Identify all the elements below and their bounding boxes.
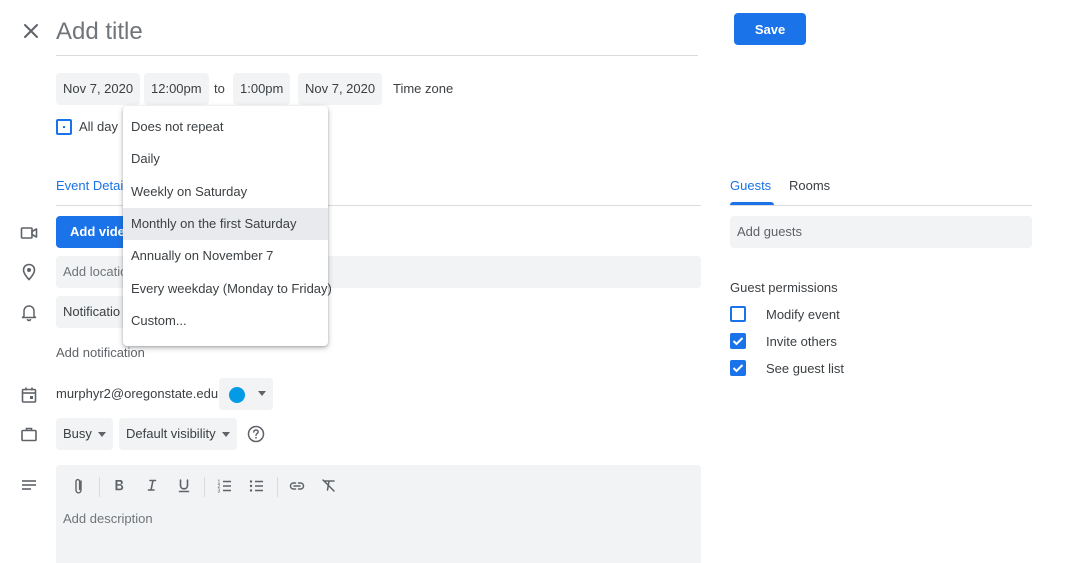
- briefcase-icon: [19, 424, 39, 444]
- repeat-option-highlighted[interactable]: Monthly on the first Saturday: [123, 208, 328, 240]
- modify-event-label: Modify event: [766, 307, 840, 322]
- clear-formatting-icon[interactable]: [318, 475, 340, 497]
- repeat-option[interactable]: Weekly on Saturday: [123, 176, 328, 208]
- bulleted-list-icon[interactable]: [246, 475, 268, 497]
- description-editor[interactable]: 123 Add description: [56, 465, 701, 563]
- all-day-checkbox[interactable]: [56, 119, 72, 135]
- focus-dot: [63, 126, 65, 128]
- repeat-options-menu: Does not repeat Daily Weekly on Saturday…: [123, 106, 332, 346]
- chevron-down-icon: [258, 391, 266, 396]
- checkmark-icon: [732, 337, 744, 346]
- busy-status-label: Busy: [63, 426, 92, 441]
- title-input[interactable]: [56, 12, 698, 52]
- repeat-option[interactable]: Every weekday (Monday to Friday): [123, 273, 332, 305]
- location-pin-icon: [19, 262, 39, 282]
- tab-rooms[interactable]: Rooms: [789, 178, 830, 193]
- timezone-button[interactable]: Time zone: [393, 73, 453, 105]
- help-circle-icon[interactable]: [246, 424, 266, 444]
- checkmark-icon: [732, 364, 744, 373]
- tab-divider: [730, 205, 1032, 206]
- calendar-color-dropdown[interactable]: [219, 378, 273, 410]
- numbered-list-icon[interactable]: 123: [214, 475, 236, 497]
- busy-status-dropdown[interactable]: Busy: [56, 418, 113, 450]
- toolbar-separator: [277, 477, 278, 497]
- repeat-option[interactable]: Daily: [123, 143, 328, 175]
- visibility-dropdown[interactable]: Default visibility: [119, 418, 237, 450]
- chevron-down-icon: [97, 432, 106, 438]
- repeat-option[interactable]: Does not repeat: [123, 111, 328, 143]
- end-date-chip[interactable]: Nov 7, 2020: [298, 73, 383, 105]
- calendar-owner-email: murphyr2@oregonstate.edu: [56, 386, 219, 401]
- link-icon[interactable]: [286, 475, 308, 497]
- notes-icon: [19, 475, 39, 495]
- bold-icon[interactable]: [108, 475, 130, 497]
- close-button[interactable]: [18, 18, 44, 44]
- modify-event-checkbox[interactable]: [730, 306, 746, 322]
- title-field[interactable]: [56, 12, 698, 56]
- video-camera-icon: [19, 223, 39, 243]
- chevron-down-icon: [221, 432, 230, 438]
- paperclip-icon[interactable]: [68, 475, 90, 497]
- invite-others-label: Invite others: [766, 334, 837, 349]
- all-day-label: All day: [79, 119, 119, 134]
- svg-text:3: 3: [218, 489, 221, 495]
- bell-icon: [19, 302, 39, 322]
- repeat-option[interactable]: Annually on November 7: [123, 240, 328, 272]
- add-guests-input[interactable]: Add guests: [730, 216, 1032, 248]
- start-date-chip[interactable]: Nov 7, 2020: [56, 73, 141, 105]
- repeat-option[interactable]: Custom...: [123, 305, 328, 337]
- end-time-chip[interactable]: 1:00pm: [233, 73, 291, 105]
- calendar-icon: [19, 385, 39, 405]
- calendar-color-swatch: [229, 387, 245, 403]
- description-placeholder: Add description: [63, 511, 153, 526]
- underline-icon[interactable]: [173, 475, 195, 497]
- italic-icon[interactable]: [141, 475, 163, 497]
- see-guest-list-checkbox[interactable]: [730, 360, 746, 376]
- toolbar-separator: [204, 477, 205, 497]
- tab-guests[interactable]: Guests: [730, 178, 771, 193]
- toolbar-separator: [99, 477, 100, 497]
- guest-permissions-title: Guest permissions: [730, 280, 838, 295]
- close-icon: [24, 24, 38, 38]
- active-tab-indicator: [730, 202, 774, 205]
- invite-others-checkbox[interactable]: [730, 333, 746, 349]
- to-label: to: [214, 81, 225, 96]
- start-time-chip[interactable]: 12:00pm: [144, 73, 209, 105]
- see-guest-list-label: See guest list: [766, 361, 845, 376]
- save-button[interactable]: Save: [734, 13, 806, 45]
- visibility-label: Default visibility: [126, 426, 216, 441]
- tab-event-details[interactable]: Event Detai: [56, 178, 123, 193]
